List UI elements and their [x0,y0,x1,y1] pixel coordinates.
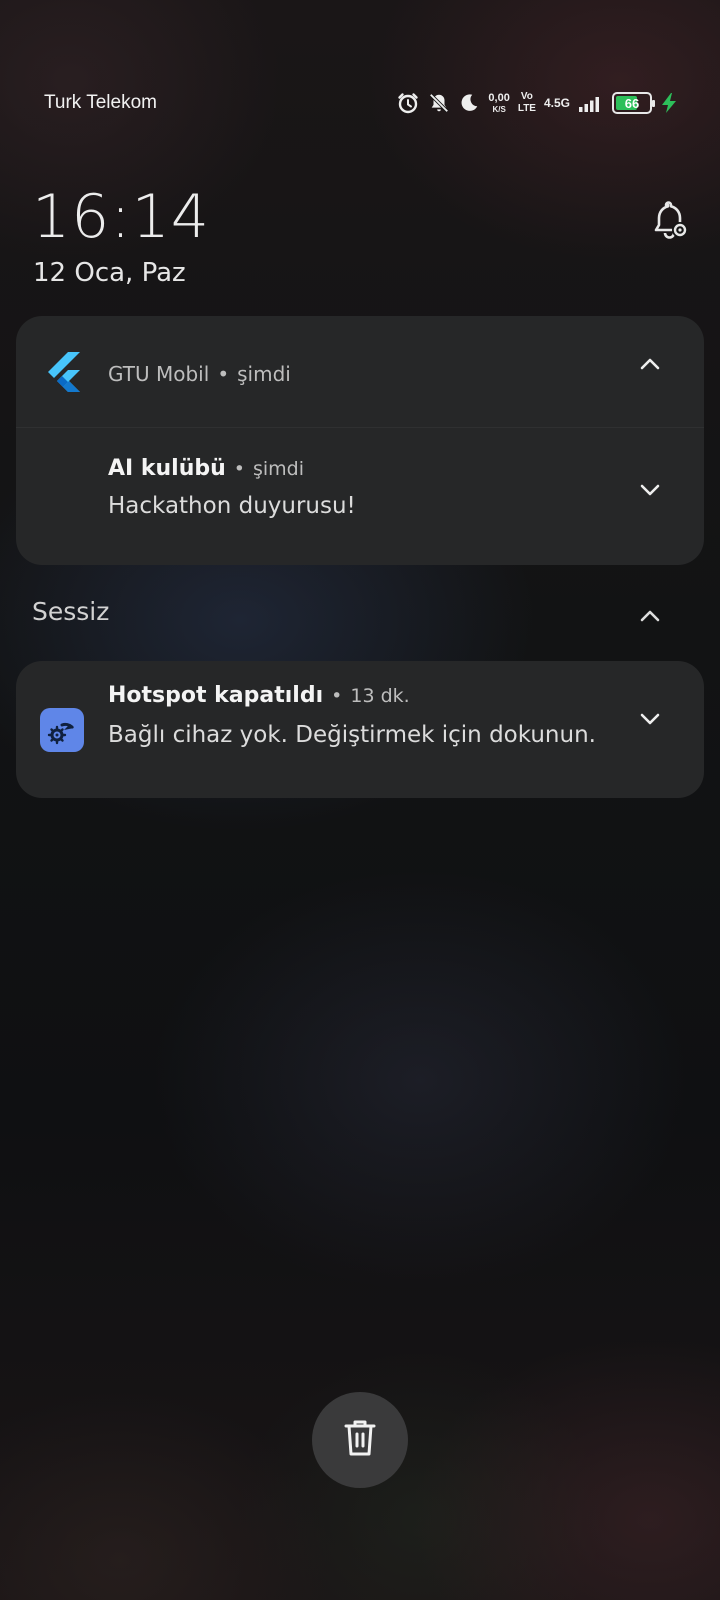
signal-icon [578,93,604,113]
carrier-name: Turk Telekom [44,92,157,113]
notification-title: AI kulübü [108,456,226,481]
charging-bolt-icon [660,92,678,114]
status-icons: 0,00 K/S Vo LTE 4.5G 66 [396,88,678,118]
trash-icon [342,1418,378,1463]
battery-indicator: 66 [612,92,655,114]
notification-body[interactable]: Hackathon duyurusu! [108,493,356,519]
notification-app-meta: GTU Mobil • şimdi [108,362,291,386]
notification-title: Hotspot kapatıldı [108,683,324,708]
moon-icon [458,92,480,114]
notification-group-gtu-mobil[interactable]: GTU Mobil • şimdi AI kulübü • şimdi Hackatho… [16,316,704,565]
silent-section-collapse-icon[interactable] [636,602,664,630]
notification-hotspot[interactable]: Hotspot kapatıldı • 13 dk. Bağlı cihaz yok… [16,661,704,798]
notification-title-row: Hotspot kapatıldı • 13 dk. [108,683,410,708]
clear-all-button[interactable] [312,1392,408,1488]
notification-title-row: AI kulübü • şimdi [108,456,305,481]
notification-group-header[interactable]: GTU Mobil • şimdi [16,316,704,428]
hotspot-settings-icon [40,708,84,752]
app-name: GTU Mobil [108,362,210,386]
notification-time: şimdi [253,458,305,480]
lockscreen-date: 12 Oca, Paz [33,258,186,288]
lockscreen-time: 16:14 [32,182,210,252]
notification-body[interactable]: Bağlı cihaz yok. Değiştirmek için dokunu… [108,722,596,748]
silent-section-label: Sessiz [32,597,110,626]
bell-muted-icon [428,92,450,114]
flutter-app-icon [44,350,84,394]
network-speed: 0,00 K/S [488,91,510,114]
chevron-up-icon[interactable] [636,350,664,378]
notification-settings-icon[interactable] [648,200,692,244]
alarm-icon [396,91,420,115]
notification-group-time: şimdi [237,362,291,386]
volte-indicator: Vo LTE [517,91,536,114]
notification-time: 13 dk. [350,685,410,707]
divider [16,427,704,428]
chevron-down-icon[interactable] [636,476,664,504]
network-type: 4.5G [543,96,570,110]
chevron-down-icon[interactable] [636,705,664,733]
status-bar: Turk Telekom 0,00 K/S Vo LTE 4.5G 66 [0,88,720,118]
